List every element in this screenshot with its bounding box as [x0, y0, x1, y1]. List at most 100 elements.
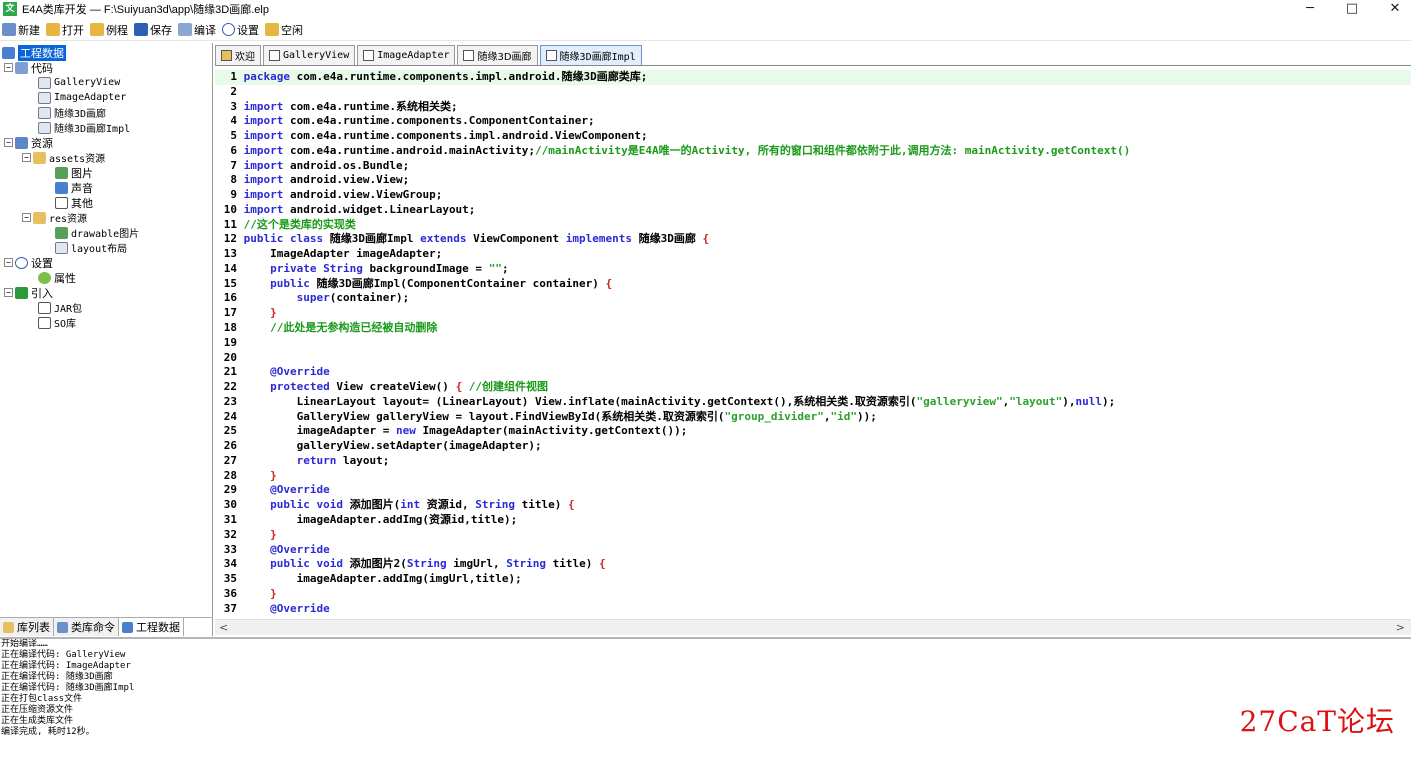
code-line: 37 @Override — [223, 601, 330, 615]
code-line: 3 import com.e4a.runtime.系统相关类; — [230, 99, 458, 113]
code-icon — [15, 61, 28, 74]
tab-gallery3d-impl[interactable]: 随缘3D画廊Impl — [539, 45, 642, 65]
android-icon — [38, 271, 51, 284]
save-button[interactable]: 保存 — [134, 20, 172, 40]
code-line: 24 GalleryView galleryView = layout.Find… — [223, 409, 877, 423]
tab-gallery3d[interactable]: 随缘3D画廊 — [457, 45, 538, 65]
code-line: 29 @Override — [223, 483, 330, 497]
code-line: 14 private String backgroundImage = ""; — [223, 261, 509, 275]
code-line: 4 import com.e4a.runtime.components.Comp… — [230, 114, 595, 128]
code-line: 30 public void 添加图片(int 资源id, String tit… — [223, 498, 575, 512]
tab-project-data[interactable]: 工程数据 — [119, 618, 184, 636]
tree-item[interactable]: JAR包 — [38, 300, 82, 315]
tree-item[interactable]: 属性 — [38, 270, 76, 285]
code-line: 9 import android.view.ViewGroup; — [230, 188, 443, 202]
new-icon — [2, 23, 16, 36]
tree-item[interactable]: SO库 — [38, 315, 76, 330]
tab-library-commands[interactable]: 类库命令 — [54, 618, 119, 636]
collapse-icon[interactable]: − — [4, 138, 13, 147]
compile-button[interactable]: 编译 — [178, 20, 216, 40]
jar-icon — [38, 301, 51, 314]
collapse-icon[interactable]: − — [22, 213, 31, 222]
open-button[interactable]: 打开 — [46, 20, 84, 40]
code-editor[interactable]: 1 package com.e4a.runtime.components.imp… — [215, 67, 1411, 619]
so-icon — [38, 316, 51, 329]
code-line: 33 @Override — [223, 542, 330, 556]
tab-galleryview[interactable]: GalleryView — [263, 45, 356, 65]
tab-library-list[interactable]: 库列表 — [0, 618, 54, 636]
project-tree: 工程数据 − 代码 GalleryView ImageAdapter 随缘3D画廊… — [0, 43, 211, 615]
tree-res[interactable]: − res资源 — [22, 210, 87, 225]
file-icon — [363, 50, 375, 61]
code-line: 6 import com.e4a.runtime.android.mainAct… — [230, 143, 1131, 157]
tree-item[interactable]: layout布局 — [55, 240, 127, 255]
tree-assets[interactable]: − assets资源 — [22, 150, 105, 165]
resources-icon — [15, 136, 28, 149]
tree-resources[interactable]: − 资源 — [4, 135, 53, 150]
code-line: 13 ImageAdapter imageAdapter; — [223, 247, 443, 261]
collapse-icon[interactable]: − — [4, 258, 13, 267]
compile-output: 开始编译…… 正在编译代码: GalleryView 正在编译代码: Image… — [0, 637, 1411, 762]
tree-item[interactable]: 图片 — [55, 165, 93, 180]
code-line: 25 imageAdapter = new ImageAdapter(mainA… — [223, 424, 688, 438]
output-line: 开始编译…… — [1, 639, 48, 649]
code-line: 16 super(container); — [223, 291, 410, 305]
code-line: 21 @Override — [223, 365, 330, 379]
tree-item[interactable]: ImageAdapter — [38, 90, 126, 105]
tree-item[interactable]: 声音 — [55, 180, 93, 195]
scroll-left-icon[interactable]: < — [219, 621, 228, 634]
settings-button[interactable]: 设置 — [222, 20, 259, 40]
code-line: 11 //这个是类库的实现类 — [223, 217, 356, 231]
question-icon — [55, 196, 68, 209]
file-icon — [38, 76, 51, 89]
folder-icon — [33, 211, 46, 224]
tree-item[interactable]: 随缘3D画廊Impl — [38, 120, 130, 135]
new-button[interactable]: 新建 — [2, 20, 40, 40]
folder-icon — [90, 23, 104, 36]
tree-item[interactable]: 其他 — [55, 195, 93, 210]
tree-imports[interactable]: − 引入 — [4, 285, 53, 300]
code-line: 2 — [230, 84, 237, 98]
tree-code[interactable]: − 代码 — [4, 60, 53, 75]
empty-button[interactable]: 空闲 — [265, 20, 303, 40]
maximize-button[interactable]: □ — [1329, 0, 1375, 18]
file-icon — [269, 50, 280, 61]
close-button[interactable]: ✕ — [1372, 0, 1411, 18]
tree-settings[interactable]: − 设置 — [4, 255, 53, 270]
code-line: 27 return layout; — [223, 453, 390, 467]
project-icon — [122, 621, 133, 633]
output-line: 正在编译代码: ImageAdapter — [1, 661, 131, 671]
file-icon — [545, 50, 557, 61]
toolbar: 新建 打开 例程 保存 编译 设置 空闲 — [0, 19, 1411, 41]
tree-item[interactable]: GalleryView — [38, 75, 120, 90]
save-icon — [134, 23, 148, 36]
collapse-icon[interactable]: − — [4, 63, 13, 72]
image-icon — [55, 166, 68, 179]
tab-imageadapter[interactable]: ImageAdapter — [357, 45, 456, 65]
collapse-icon[interactable]: − — [4, 288, 13, 297]
tree-root[interactable]: 工程数据 — [2, 44, 66, 61]
tab-welcome[interactable]: 欢迎 — [215, 45, 261, 65]
compile-icon — [178, 23, 192, 36]
code-lines: 1 package com.e4a.runtime.components.imp… — [215, 70, 1411, 616]
code-line: 10 import android.widget.LinearLayout; — [223, 202, 476, 216]
home-icon — [221, 50, 232, 61]
collapse-icon[interactable]: − — [22, 153, 31, 162]
output-line: 正在打包class文件 — [1, 694, 83, 704]
project-icon — [2, 46, 15, 59]
output-line: 正在编译代码: 随缘3D画廊 — [1, 672, 113, 682]
image-icon — [55, 226, 68, 239]
tree-item[interactable]: 随缘3D画廊 — [38, 105, 106, 120]
scroll-right-icon[interactable]: > — [1396, 621, 1405, 634]
info-icon — [15, 256, 28, 269]
music-icon — [55, 181, 68, 194]
code-line: 35 imageAdapter.addImg(imgUrl,title); — [223, 572, 522, 586]
tree-item[interactable]: drawable图片 — [55, 225, 139, 240]
minimize-button[interactable]: ─ — [1287, 0, 1333, 18]
horizontal-scrollbar[interactable]: < > — [215, 619, 1411, 635]
code-line: 36 } — [223, 586, 277, 600]
example-button[interactable]: 例程 — [90, 20, 128, 40]
import-icon — [15, 286, 28, 299]
output-line: 正在编译代码: 随缘3D画廊Impl — [1, 683, 135, 693]
code-line: 8 import android.view.View; — [230, 173, 410, 187]
